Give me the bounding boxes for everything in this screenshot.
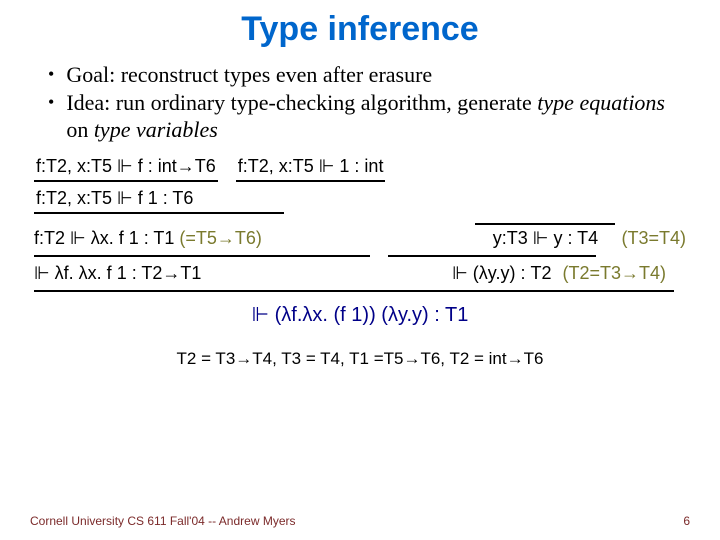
- type-equations: T2 = T3→T4, T3 = T4, T1 =T5→T6, T2 = int…: [34, 349, 686, 369]
- judgement: f:T2, x:T5 ⊩ f 1 : T6: [34, 188, 284, 214]
- bullet-dot: •: [48, 61, 54, 89]
- bullet-em: type variables: [94, 117, 218, 142]
- judgement-text: ⊩ (λy.y) : T2: [452, 263, 551, 283]
- side-note: (T3=T4): [621, 228, 686, 249]
- bullet-item: • Goal: reconstruct types even after era…: [48, 61, 690, 89]
- premise: f:T2, x:T5 ⊩ f : int→T6: [34, 156, 218, 182]
- judgement: f:T2 ⊩ λx. f 1 : T1 (=T5→T6): [34, 228, 262, 249]
- judgement: y:T3 ⊩ y : T4: [491, 225, 600, 249]
- page-number: 6: [683, 514, 690, 528]
- bullet-fragment: Idea: run ordinary type-checking algorit…: [66, 90, 537, 115]
- judgement-text: f:T2 ⊩ λx. f 1 : T1: [34, 228, 174, 248]
- bullet-item: • Idea: run ordinary type-checking algor…: [48, 89, 690, 144]
- footer: Cornell University CS 611 Fall'04 -- And…: [30, 514, 690, 528]
- premise: f:T2, x:T5 ⊩ 1 : int: [236, 156, 386, 182]
- bullet-fragment: on: [66, 117, 94, 142]
- bullet-text: Goal: reconstruct types even after erasu…: [66, 61, 690, 89]
- bullet-em: type equations: [537, 90, 665, 115]
- bullet-text: Idea: run ordinary type-checking algorit…: [66, 89, 690, 144]
- side-note: (T2=T3→T4): [562, 263, 666, 283]
- final-judgement: ⊩ (λf.λx. (f 1)) (λy.y) : T1: [34, 302, 686, 327]
- bullet-dot: •: [48, 89, 54, 144]
- side-note: (=T5→T6): [179, 228, 262, 248]
- bullet-list: • Goal: reconstruct types even after era…: [48, 61, 690, 144]
- rule-line: [388, 255, 596, 257]
- rule-line: [34, 290, 674, 292]
- slide-title: Type inference: [30, 10, 690, 49]
- rule-line: [34, 255, 370, 257]
- derivation-block: f:T2, x:T5 ⊩ f : int→T6 f:T2, x:T5 ⊩ 1 :…: [30, 156, 690, 369]
- footer-text: Cornell University CS 611 Fall'04 -- And…: [30, 514, 296, 528]
- judgement: ⊩ (λy.y) : T2 (T2=T3→T4): [452, 263, 666, 284]
- judgement: ⊩ λf. λx. f 1 : T2→T1: [34, 263, 201, 284]
